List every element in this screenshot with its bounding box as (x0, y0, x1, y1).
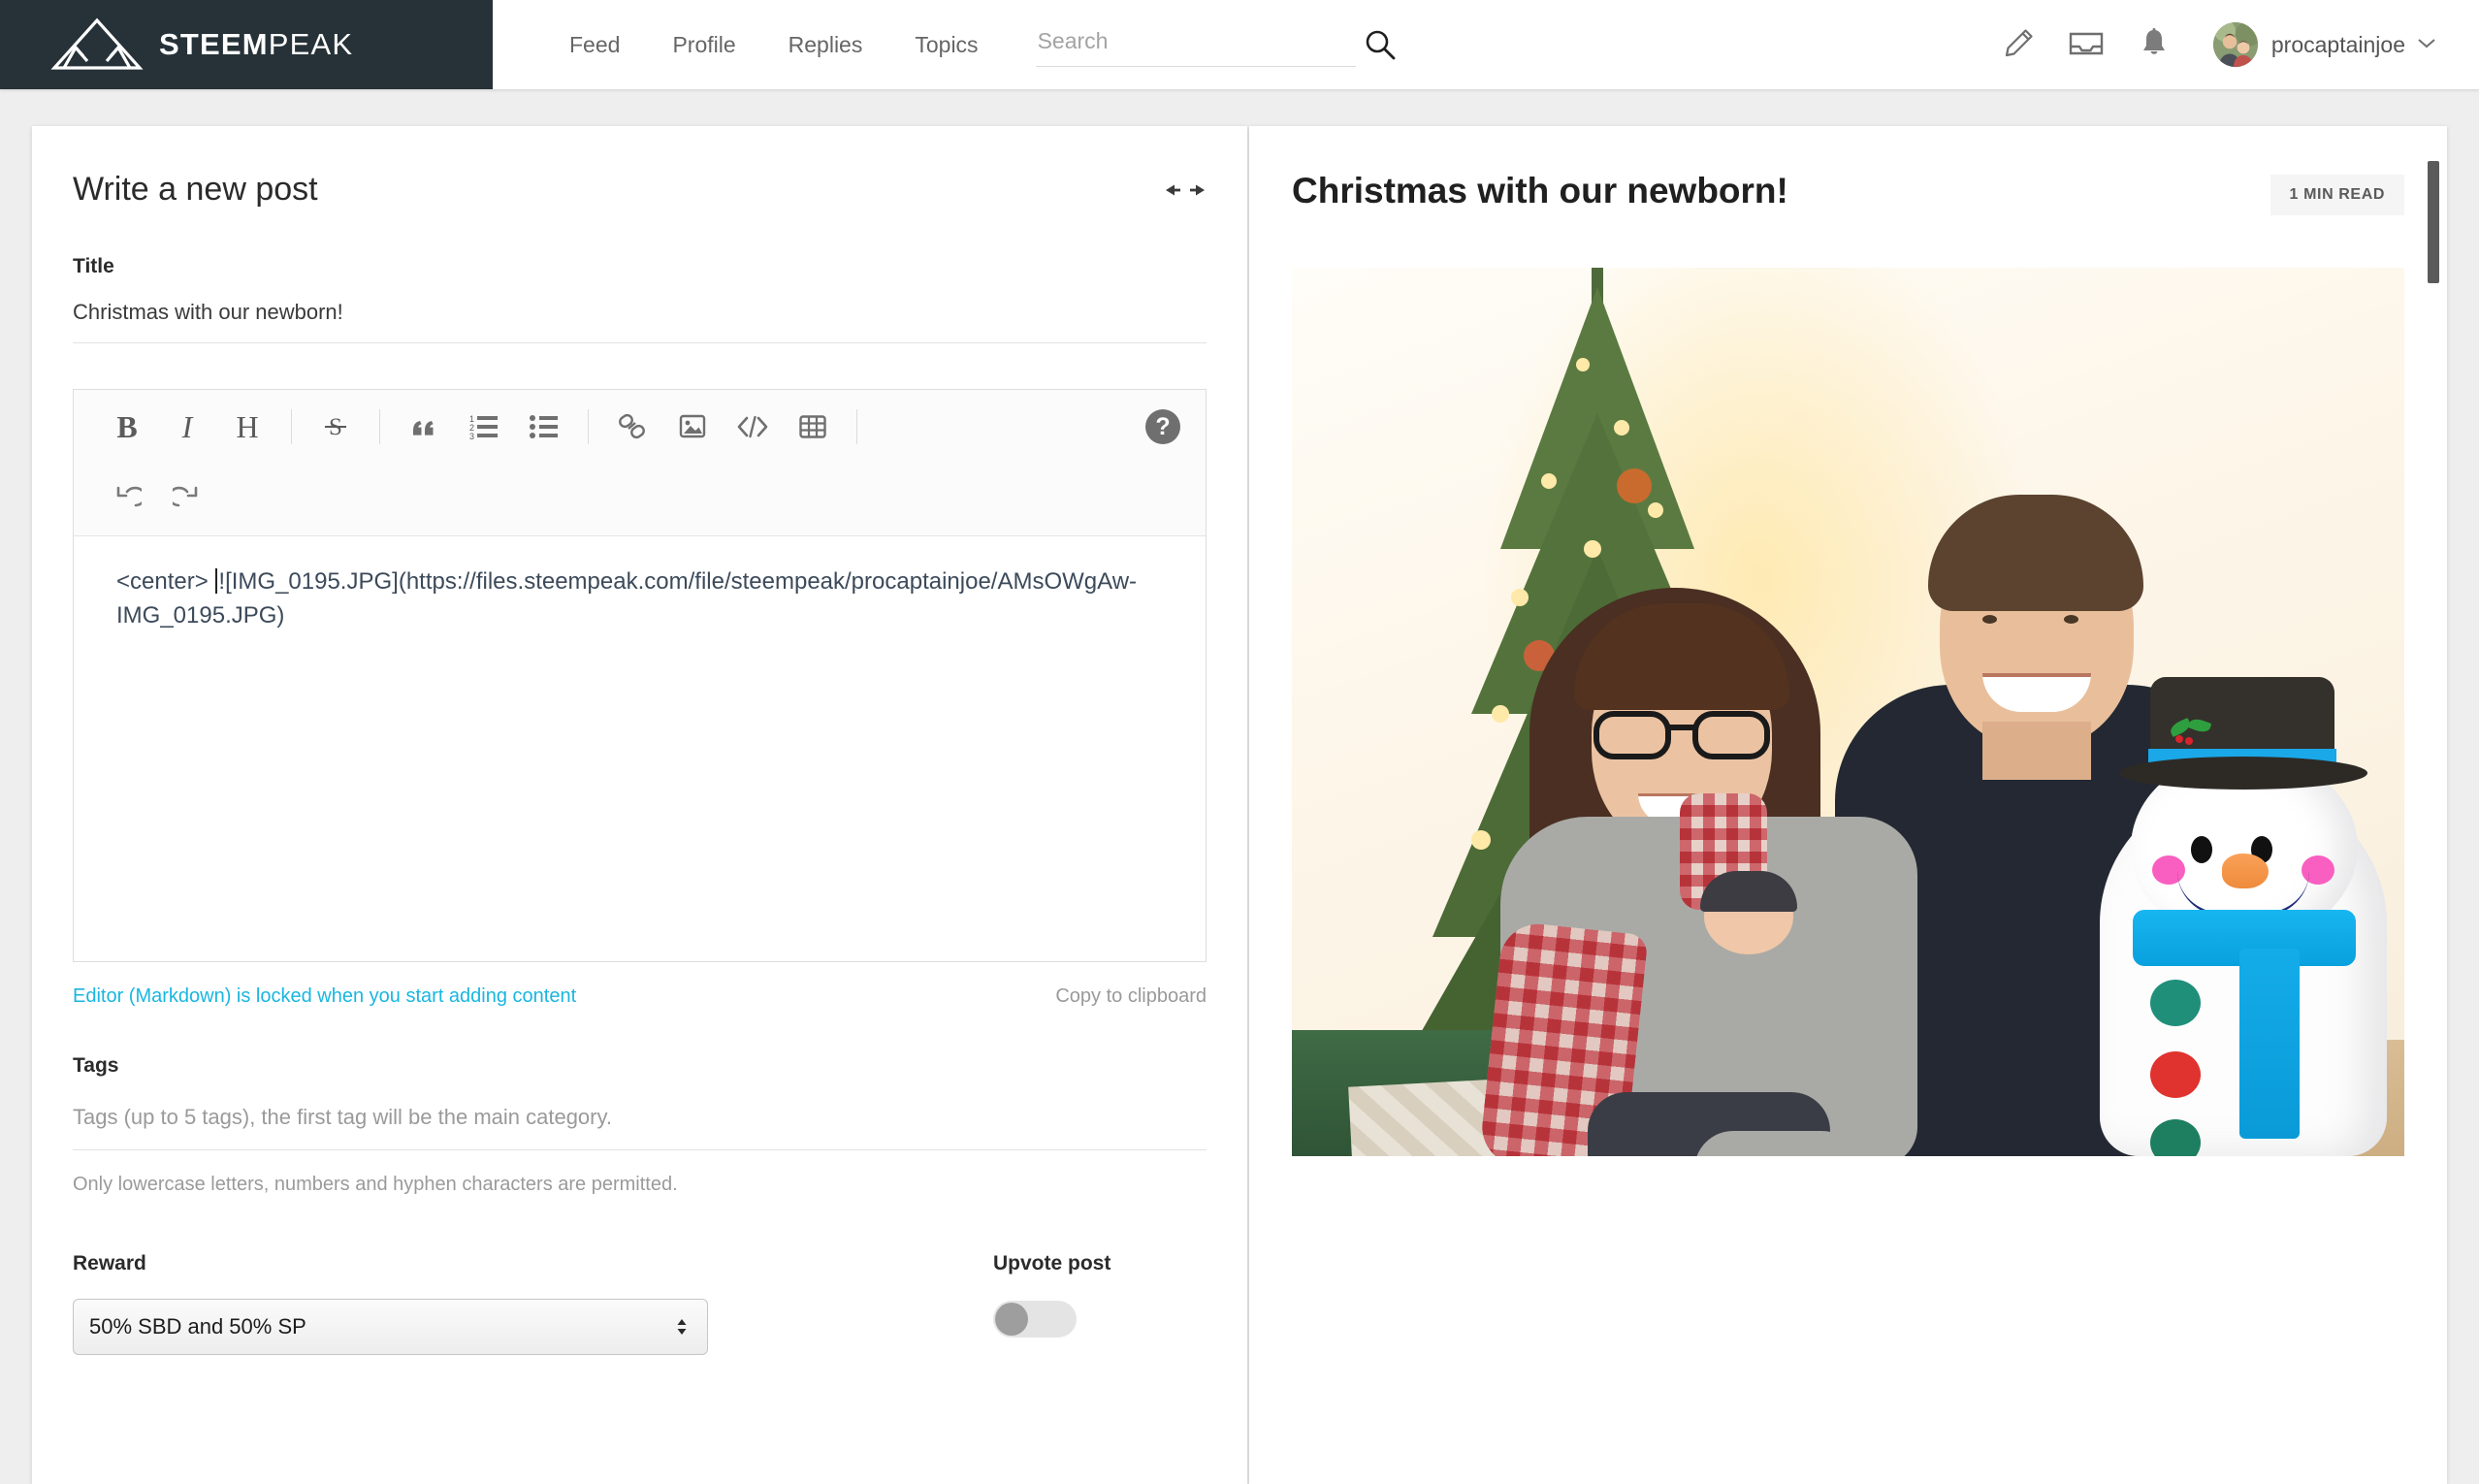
preview-post-title: Christmas with our newborn! (1292, 171, 1788, 210)
editor-header: Write a new post (32, 126, 1247, 209)
tags-input[interactable] (73, 1105, 1207, 1150)
ordered-list-icon[interactable]: 1 2 3 (454, 397, 514, 457)
blockquote-icon[interactable] (394, 397, 454, 457)
man-neck (1982, 722, 2091, 780)
page-title: Write a new post (73, 171, 318, 208)
toolbar-separator (379, 409, 380, 444)
notifications-button[interactable] (2120, 0, 2188, 89)
undo-icon[interactable] (97, 469, 157, 530)
man-hair (1928, 495, 2143, 611)
search-icon (1364, 30, 1397, 64)
post-title-input[interactable] (73, 300, 1207, 343)
table-icon[interactable] (783, 397, 843, 457)
strikethrough-icon[interactable]: S (306, 397, 366, 457)
reward-select[interactable]: 50% SBD and 50% SP (73, 1299, 708, 1355)
editor-panel: Write a new post Title B I H S (32, 126, 1247, 1484)
title-field-label: Title (73, 255, 114, 277)
nav-item-profile[interactable]: Profile (646, 0, 761, 89)
question-mark-icon[interactable]: ? (1145, 409, 1180, 444)
avatar-image (2212, 22, 2258, 67)
snowman-button-1 (2150, 980, 2201, 1026)
markdown-footer: Editor (Markdown) is locked when you sta… (73, 985, 1207, 1008)
search-container (1035, 0, 1414, 89)
search-button[interactable] (1364, 28, 1397, 61)
toolbar-separator (588, 409, 589, 444)
reward-column: Reward 50% SBD and 50% SP (73, 1252, 713, 1355)
reward-label: Reward (73, 1252, 146, 1274)
brand-wordmark: STEEMPEAK (159, 27, 353, 62)
new-post-button[interactable] (1984, 0, 2052, 89)
preview-header: Christmas with our newborn! 1 MIN READ (1249, 126, 2447, 215)
markdown-toolbar-row-2 (74, 464, 1206, 535)
preview-panel: Christmas with our newborn! 1 MIN READ (1249, 126, 2447, 1484)
pencil-icon (2002, 27, 2035, 63)
toolbar-separator (856, 409, 857, 444)
brand-logo-link[interactable]: STEEMPEAK (0, 0, 493, 89)
editor-locked-note[interactable]: Editor (Markdown) is locked when you sta… (73, 985, 576, 1008)
toolbar-separator (291, 409, 292, 444)
heading-icon[interactable]: H (217, 397, 277, 457)
markdown-content-prefix: <center> (116, 568, 215, 595)
brand-name-light: PEAK (268, 27, 354, 61)
code-icon[interactable] (723, 397, 783, 457)
upvote-post-toggle[interactable] (993, 1301, 1077, 1338)
tags-label: Tags (73, 1054, 119, 1077)
redo-icon[interactable] (157, 469, 217, 530)
woman-glasses (1594, 706, 1770, 762)
inbox-icon (2069, 29, 2104, 61)
preview-image-container (1249, 268, 2447, 1156)
man-eye-right (2064, 615, 2078, 624)
snowman-holly-berry-1 (2175, 735, 2183, 743)
nav-item-feed[interactable]: Feed (543, 0, 646, 89)
snowman-button-2 (2150, 1051, 2201, 1098)
snowman-holly-berry-2 (2185, 737, 2193, 745)
upvote-label: Upvote post (993, 1252, 1111, 1274)
markdown-content-body: ![IMG_0195.JPG](https://files.steempeak.… (116, 568, 1138, 629)
copy-to-clipboard-button[interactable]: Copy to clipboard (1055, 985, 1207, 1008)
svg-text:3: 3 (469, 432, 474, 441)
toggle-knob (995, 1303, 1028, 1336)
avatar[interactable] (2212, 22, 2258, 67)
chevron-down-icon[interactable] (2417, 36, 2436, 53)
reward-select-value: 50% SBD and 50% SP (89, 1314, 306, 1339)
inflatable-snowman (2094, 671, 2395, 1156)
link-icon[interactable] (602, 397, 662, 457)
reward-row: Reward 50% SBD and 50% SP Upvote post (73, 1252, 1207, 1355)
bullet-list-icon[interactable] (514, 397, 574, 457)
main-nav: Feed Profile Replies Topics (493, 0, 1414, 89)
nav-item-topics[interactable]: Topics (888, 0, 1004, 89)
nav-item-replies[interactable]: Replies (762, 0, 889, 89)
snowman-eye-left (2191, 836, 2212, 863)
snowman-hat-brim (2119, 757, 2367, 790)
tags-hint: Only lowercase letters, numbers and hyph… (73, 1174, 678, 1195)
search-input[interactable] (1035, 22, 1356, 67)
markdown-toolbar-row-1: B I H S 1 2 3 (74, 390, 1206, 464)
bold-icon[interactable]: B (97, 397, 157, 457)
post-image (1292, 268, 2404, 1156)
mountain-peak-icon (50, 17, 144, 72)
inbox-button[interactable] (2052, 0, 2120, 89)
snowman-scarf-tail (2239, 949, 2300, 1139)
upvote-column: Upvote post (993, 1252, 1207, 1338)
username-label[interactable]: procaptainjoe (2271, 32, 2405, 58)
read-time-badge: 1 MIN READ (2270, 175, 2404, 215)
brand-name-bold: STEEM (159, 27, 269, 61)
markdown-toolbar: B I H S 1 2 3 ? (74, 390, 1206, 536)
bell-icon (2139, 27, 2170, 63)
man-eye-left (1982, 615, 1997, 624)
top-navigation-bar: STEEMPEAK Feed Profile Replies Topics Se… (0, 0, 2479, 89)
italic-icon[interactable]: I (157, 397, 217, 457)
markdown-textarea[interactable]: <center> ![IMG_0195.JPG](https://files.s… (74, 536, 1206, 961)
markdown-editor: B I H S 1 2 3 ? <center> ![IMG_0195.JPG]… (73, 389, 1207, 962)
expand-horizontal-icon[interactable] (1164, 182, 1207, 198)
photo-woman (1478, 588, 1927, 1156)
account-actions: procaptainjoe (1984, 0, 2479, 89)
preview-scrollbar[interactable] (2428, 161, 2439, 283)
image-icon[interactable] (662, 397, 723, 457)
stepper-arrows-icon (676, 1317, 688, 1337)
